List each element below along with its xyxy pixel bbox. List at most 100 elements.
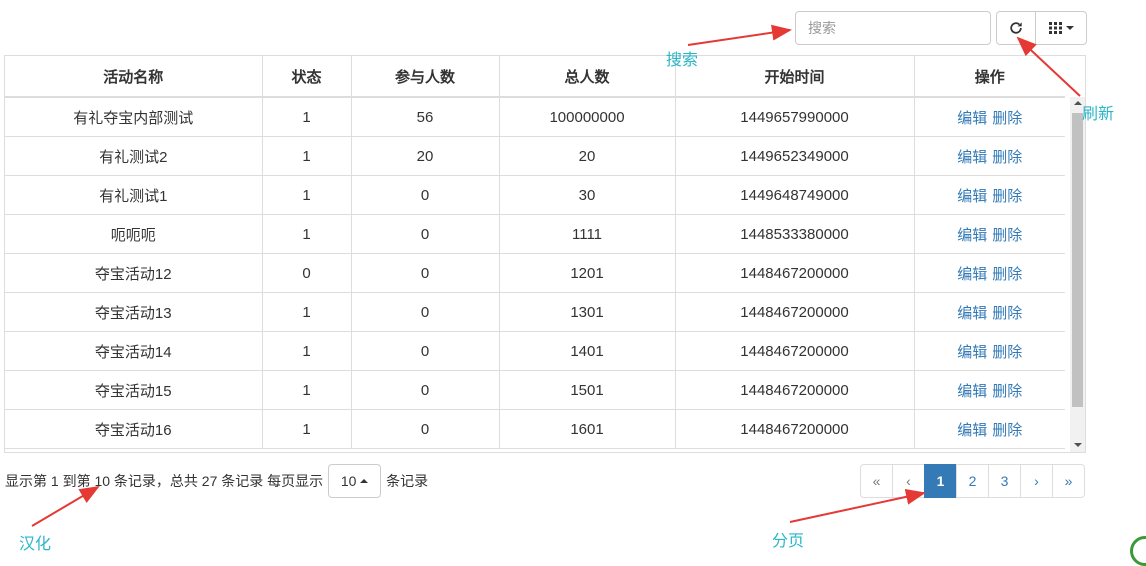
page-button-2[interactable]: 2: [956, 464, 989, 498]
cell-actions: 编辑 删除: [914, 331, 1065, 371]
cell-activity-name: 夺宝活动12: [5, 253, 263, 293]
cell-total: 1401: [499, 331, 676, 371]
chevron-up-icon: [360, 479, 369, 483]
page-button-1[interactable]: 1: [924, 464, 957, 498]
cell-total: 30: [499, 175, 676, 215]
records-suffix: 条记录: [386, 473, 429, 489]
cell-participants: 0: [351, 214, 500, 254]
edit-link[interactable]: 编辑: [957, 188, 987, 205]
cell-activity-name: 呃呃呃: [5, 214, 263, 254]
page-last-button[interactable]: »: [1052, 464, 1085, 498]
cell-total: 1601: [499, 409, 676, 449]
annotation-label-paging: 分页: [772, 533, 805, 550]
annotation-arrow-search: [687, 24, 792, 46]
cell-actions: 编辑 删除: [914, 409, 1065, 449]
table-row: 有礼夺宝内部测试 1 56 100000000 1449657990000 编辑 删除: [5, 97, 1065, 137]
cell-participants: 56: [351, 97, 500, 137]
pagination-info-text: 显示第 1 到第 10 条记录，总共 27 条记录 每页显示: [5, 473, 324, 489]
table-row: 有礼测试1 1 0 30 1449648749000 编辑 删除: [5, 175, 1065, 215]
cell-status: 1: [262, 370, 352, 410]
search-input[interactable]: [795, 11, 991, 45]
cell-participants: 0: [351, 331, 500, 371]
refresh-button[interactable]: [996, 11, 1036, 45]
cell-total: 1201: [499, 253, 676, 293]
edit-link[interactable]: 编辑: [957, 227, 987, 244]
cell-status: 1: [262, 409, 352, 449]
cell-participants: 0: [351, 292, 500, 332]
cell-participants: 0: [351, 370, 500, 410]
cell-actions: 编辑 删除: [914, 175, 1065, 215]
delete-link[interactable]: 删除: [992, 305, 1022, 322]
scroll-up-arrow-icon[interactable]: [1074, 101, 1082, 105]
pagination: « ‹ 1 2 3 › »: [860, 464, 1085, 498]
cell-total: 1501: [499, 370, 676, 410]
delete-link[interactable]: 删除: [992, 227, 1022, 244]
table-scrollbar[interactable]: [1070, 97, 1085, 452]
cell-total: 20: [499, 136, 676, 176]
cell-start-time: 1448533380000: [675, 214, 915, 254]
edit-link[interactable]: 编辑: [957, 149, 987, 166]
cell-status: 1: [262, 97, 352, 137]
cell-activity-name: 夺宝活动16: [5, 409, 263, 449]
cell-total: 1301: [499, 292, 676, 332]
edit-link[interactable]: 编辑: [957, 383, 987, 400]
delete-link[interactable]: 删除: [992, 266, 1022, 283]
annotation-label-localize: 汉化: [19, 536, 52, 553]
cell-status: 0: [262, 253, 352, 293]
corner-logo-icon: [1130, 536, 1146, 566]
delete-link[interactable]: 删除: [992, 422, 1022, 439]
cell-status: 1: [262, 292, 352, 332]
cell-start-time: 1449652349000: [675, 136, 915, 176]
page-next-button[interactable]: ›: [1020, 464, 1053, 498]
cell-activity-name: 夺宝活动15: [5, 370, 263, 410]
table-row: 夺宝活动13 1 0 1301 1448467200000 编辑 删除: [5, 292, 1065, 332]
edit-link[interactable]: 编辑: [957, 110, 987, 127]
cell-participants: 0: [351, 175, 500, 215]
data-table-container: 活动名称 状态 参与人数 总人数 开始时间 操作 有礼夺宝内部测试 1 56 1000…: [4, 55, 1086, 453]
page-first-button[interactable]: «: [860, 464, 893, 498]
cell-actions: 编辑 删除: [914, 292, 1065, 332]
column-header-total[interactable]: 总人数: [499, 56, 676, 98]
scroll-down-arrow-icon[interactable]: [1074, 443, 1082, 447]
delete-link[interactable]: 删除: [992, 110, 1022, 127]
delete-link[interactable]: 删除: [992, 383, 1022, 400]
delete-link[interactable]: 删除: [992, 344, 1022, 361]
table-row: 夺宝活动12 0 0 1201 1448467200000 编辑 删除: [5, 253, 1065, 293]
delete-link[interactable]: 删除: [992, 188, 1022, 205]
delete-link[interactable]: 删除: [992, 149, 1022, 166]
cell-start-time: 1448467200000: [675, 253, 915, 293]
page-size-select[interactable]: 10: [328, 464, 382, 498]
column-header-activity-name[interactable]: 活动名称: [5, 56, 263, 98]
table-row: 夺宝活动16 1 0 1601 1448467200000 编辑 删除: [5, 409, 1065, 449]
toolbar-button-group: [996, 11, 1087, 45]
cell-activity-name: 有礼夺宝内部测试: [5, 97, 263, 137]
column-header-participants[interactable]: 参与人数: [351, 56, 500, 98]
column-header-actions: 操作: [914, 56, 1065, 98]
table-row: 有礼测试2 1 20 20 1449652349000 编辑 删除: [5, 136, 1065, 176]
column-header-start-time[interactable]: 开始时间: [675, 56, 915, 98]
cell-total: 100000000: [499, 97, 676, 137]
cell-participants: 20: [351, 136, 500, 176]
cell-actions: 编辑 删除: [914, 97, 1065, 137]
grid-columns-icon: [1048, 22, 1062, 34]
data-table: 活动名称 状态 参与人数 总人数 开始时间 操作 有礼夺宝内部测试 1 56 1000…: [5, 56, 1065, 449]
annotation-label-refresh: 刷新: [1082, 106, 1115, 123]
cell-participants: 0: [351, 253, 500, 293]
chevron-down-icon: [1065, 26, 1074, 30]
edit-link[interactable]: 编辑: [957, 305, 987, 322]
cell-status: 1: [262, 136, 352, 176]
table-header-row: 活动名称 状态 参与人数 总人数 开始时间 操作: [5, 56, 1065, 98]
edit-link[interactable]: 编辑: [957, 344, 987, 361]
refresh-icon: [1010, 22, 1022, 34]
column-header-status[interactable]: 状态: [262, 56, 352, 98]
edit-link[interactable]: 编辑: [957, 422, 987, 439]
columns-toggle-button[interactable]: [1036, 11, 1087, 45]
scrollbar-thumb[interactable]: [1072, 113, 1083, 407]
page-button-3[interactable]: 3: [988, 464, 1021, 498]
cell-activity-name: 夺宝活动13: [5, 292, 263, 332]
cell-status: 1: [262, 331, 352, 371]
cell-activity-name: 有礼测试1: [5, 175, 263, 215]
table-row: 呃呃呃 1 0 1111 1448533380000 编辑 删除: [5, 214, 1065, 254]
edit-link[interactable]: 编辑: [957, 266, 987, 283]
page-prev-button[interactable]: ‹: [892, 464, 925, 498]
